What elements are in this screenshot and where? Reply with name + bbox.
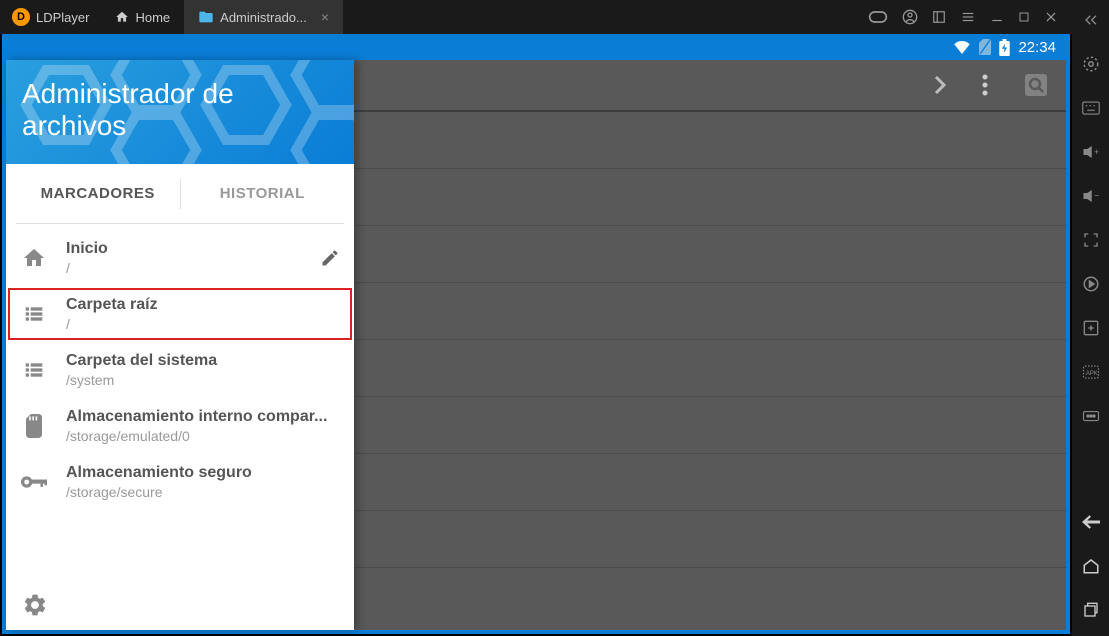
settings-target-icon[interactable] <box>1079 52 1103 76</box>
file-content-area <box>354 60 1066 630</box>
svg-text:APK: APK <box>1085 371 1097 377</box>
drawer-header: Administrador de archivos <box>6 60 354 164</box>
file-row[interactable] <box>354 112 1066 169</box>
bookmark-system[interactable]: Carpeta del sistema /system <box>6 342 354 398</box>
file-row[interactable] <box>354 454 1066 511</box>
ldplayer-icon: D <box>12 8 30 26</box>
file-rows <box>354 112 1066 568</box>
tab-close-icon[interactable]: × <box>321 9 329 25</box>
more-icon[interactable] <box>982 74 988 96</box>
bookmark-title: Almacenamiento seguro <box>66 464 340 482</box>
bookmark-title: Carpeta raíz <box>66 296 340 314</box>
volume-up-icon[interactable]: + <box>1079 140 1103 164</box>
bookmark-secure-storage[interactable]: Almacenamiento seguro /storage/secure <box>6 454 354 510</box>
drawer-footer <box>6 580 354 630</box>
sdcard-icon <box>20 412 48 440</box>
bookmark-internal-storage[interactable]: Almacenamiento interno compar... /storag… <box>6 398 354 454</box>
user-icon[interactable] <box>902 9 918 25</box>
list-icon <box>20 356 48 384</box>
navigation-drawer: Administrador de archivos MARCADORES HIS… <box>6 60 354 630</box>
bookmark-root[interactable]: Carpeta raíz / <box>6 286 354 342</box>
sim-icon <box>979 39 991 55</box>
file-row[interactable] <box>354 340 1066 397</box>
list-icon <box>20 300 48 328</box>
tab-file-manager-label: Administrado... <box>220 10 307 25</box>
file-row[interactable] <box>354 226 1066 283</box>
maximize-button[interactable] <box>1018 11 1030 23</box>
battery-icon <box>999 39 1010 56</box>
add-window-icon[interactable] <box>1079 316 1103 340</box>
bookmark-title: Almacenamiento interno compar... <box>66 408 340 426</box>
keyboard-icon[interactable] <box>1079 96 1103 120</box>
svg-text:−: − <box>1094 190 1099 200</box>
brand-label: LDPlayer <box>36 10 89 25</box>
bookmarks-list: Inicio / Carpeta raíz / <box>6 224 354 580</box>
tab-bookmarks[interactable]: MARCADORES <box>16 185 180 202</box>
main-area: D LDPlayer Home Administrado... × <box>0 0 1072 636</box>
expand-icon[interactable] <box>932 10 946 24</box>
home-icon <box>115 10 129 24</box>
app-area: Administrador de archivos MARCADORES HIS… <box>6 60 1066 630</box>
bookmark-path: / <box>66 316 340 332</box>
menu-icon[interactable] <box>960 10 976 24</box>
close-button[interactable] <box>1044 10 1058 24</box>
tab-home-label: Home <box>135 10 170 25</box>
settings-icon[interactable] <box>22 592 338 618</box>
bookmark-path: /storage/secure <box>66 484 340 500</box>
key-icon <box>20 468 48 496</box>
app-toolbar <box>354 60 1066 110</box>
folder-icon <box>198 9 214 25</box>
edit-icon[interactable] <box>320 248 340 268</box>
wifi-icon <box>953 40 971 54</box>
status-time: 22:34 <box>1018 39 1056 56</box>
bookmark-title: Inicio <box>66 240 302 258</box>
ldplayer-logo[interactable]: D LDPlayer <box>0 0 101 34</box>
search-icon[interactable] <box>1024 73 1048 97</box>
android-screen: 22:34 Administrador de ar <box>2 34 1070 634</box>
volume-down-icon[interactable]: − <box>1079 184 1103 208</box>
collapse-icon[interactable] <box>1079 8 1103 32</box>
ldplayer-sidebar: + − APK <box>1072 0 1109 636</box>
file-row[interactable] <box>354 397 1066 454</box>
bookmark-home[interactable]: Inicio / <box>6 230 354 286</box>
titlebar: D LDPlayer Home Administrado... × <box>0 0 1072 34</box>
minimize-button[interactable] <box>990 10 1004 24</box>
sync-icon[interactable] <box>1079 272 1103 296</box>
apk-icon[interactable]: APK <box>1079 360 1103 384</box>
back-icon[interactable] <box>1079 510 1103 534</box>
bookmark-title: Carpeta del sistema <box>66 352 340 370</box>
bookmark-path: /storage/emulated/0 <box>66 428 340 444</box>
file-row[interactable] <box>354 169 1066 226</box>
file-row[interactable] <box>354 283 1066 340</box>
file-row[interactable] <box>354 511 1066 568</box>
svg-text:+: + <box>1094 147 1099 157</box>
tab-home[interactable]: Home <box>101 0 184 34</box>
android-status-bar: 22:34 <box>6 34 1066 60</box>
tab-file-manager[interactable]: Administrado... × <box>184 0 343 34</box>
fullscreen-icon[interactable] <box>1079 228 1103 252</box>
drawer-title: Administrador de archivos <box>22 78 338 142</box>
home-icon <box>20 244 48 272</box>
titlebar-controls <box>868 9 1072 25</box>
chevron-right-icon[interactable] <box>934 75 946 95</box>
bookmark-path: /system <box>66 372 340 388</box>
more-dots-icon[interactable] <box>1079 404 1103 428</box>
home-nav-icon[interactable] <box>1079 554 1103 578</box>
gamepad-icon[interactable] <box>868 10 888 24</box>
drawer-tabs: MARCADORES HISTORIAL <box>16 164 344 224</box>
recents-icon[interactable] <box>1079 598 1103 622</box>
bookmark-path: / <box>66 260 302 276</box>
tab-history[interactable]: HISTORIAL <box>181 185 345 202</box>
